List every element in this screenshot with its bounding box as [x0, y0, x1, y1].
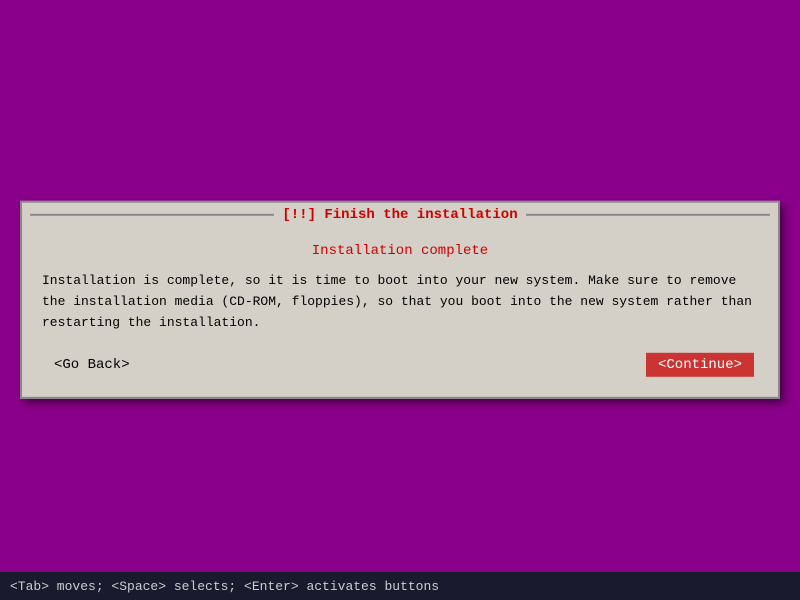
continue-button[interactable]: <Continue>	[646, 353, 754, 377]
title-line-left	[30, 214, 274, 216]
bottom-bar-text: <Tab> moves; <Space> selects; <Enter> ac…	[10, 579, 439, 594]
go-back-button[interactable]: <Go Back>	[46, 353, 138, 377]
dialog-content: Installation complete Installation is co…	[22, 227, 778, 397]
title-line-right	[526, 214, 770, 216]
dialog-title: [!!] Finish the installation	[282, 207, 517, 223]
dialog-title-bar: [!!] Finish the installation	[22, 203, 778, 227]
bottom-bar: <Tab> moves; <Space> selects; <Enter> ac…	[0, 572, 800, 600]
button-row: <Go Back> <Continue>	[42, 353, 758, 377]
message-text: Installation is complete, so it is time …	[42, 271, 758, 333]
installation-dialog: [!!] Finish the installation Installatio…	[20, 201, 780, 399]
installation-complete-label: Installation complete	[42, 243, 758, 259]
